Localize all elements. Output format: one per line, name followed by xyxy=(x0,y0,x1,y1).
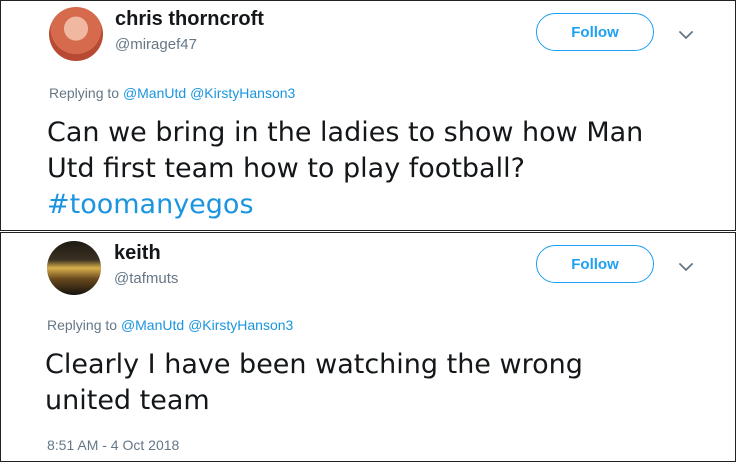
follow-button[interactable]: Follow xyxy=(536,13,654,51)
tweet-text: Can we bring in the ladies to show how M… xyxy=(47,115,707,223)
display-name[interactable]: keith xyxy=(114,242,161,265)
tweet-text-line: Utd first team how to play football? xyxy=(47,153,525,184)
chevron-down-icon[interactable] xyxy=(677,258,695,276)
display-name[interactable]: chris thorncroft xyxy=(115,8,264,31)
replying-to: Replying to @ManUtd @KirstyHanson3 xyxy=(49,85,295,101)
chevron-down-icon[interactable] xyxy=(677,26,695,44)
tweet-card: keith @tafmuts Follow Replying to @ManUt… xyxy=(0,232,736,462)
tweet-text: Clearly I have been watching the wrong u… xyxy=(45,347,685,419)
replying-to-label: Replying to xyxy=(49,85,120,101)
replying-to-label: Replying to xyxy=(47,317,118,333)
follow-button[interactable]: Follow xyxy=(536,245,654,283)
mention-link[interactable]: @ManUtd xyxy=(121,317,184,333)
tweet-timestamp[interactable]: 8:51 AM - 4 Oct 2018 xyxy=(47,437,179,453)
tweet-text-line: united team xyxy=(45,385,210,416)
mention-link[interactable]: @KirstyHanson3 xyxy=(188,317,293,333)
mention-link[interactable]: @ManUtd xyxy=(123,85,186,101)
user-handle[interactable]: @tafmuts xyxy=(114,270,178,287)
tweet-text-line: Clearly I have been watching the wrong xyxy=(45,349,583,380)
user-handle[interactable]: @miragef47 xyxy=(115,36,197,53)
hashtag-link[interactable]: #toomanyegos xyxy=(47,187,707,223)
tweet-text-line: Can we bring in the ladies to show how M… xyxy=(47,117,644,148)
tweet-card: chris thorncroft @miragef47 Follow Reply… xyxy=(0,0,736,231)
avatar[interactable] xyxy=(47,241,101,295)
replying-to: Replying to @ManUtd @KirstyHanson3 xyxy=(47,317,293,333)
avatar[interactable] xyxy=(49,7,103,61)
mention-link[interactable]: @KirstyHanson3 xyxy=(190,85,295,101)
